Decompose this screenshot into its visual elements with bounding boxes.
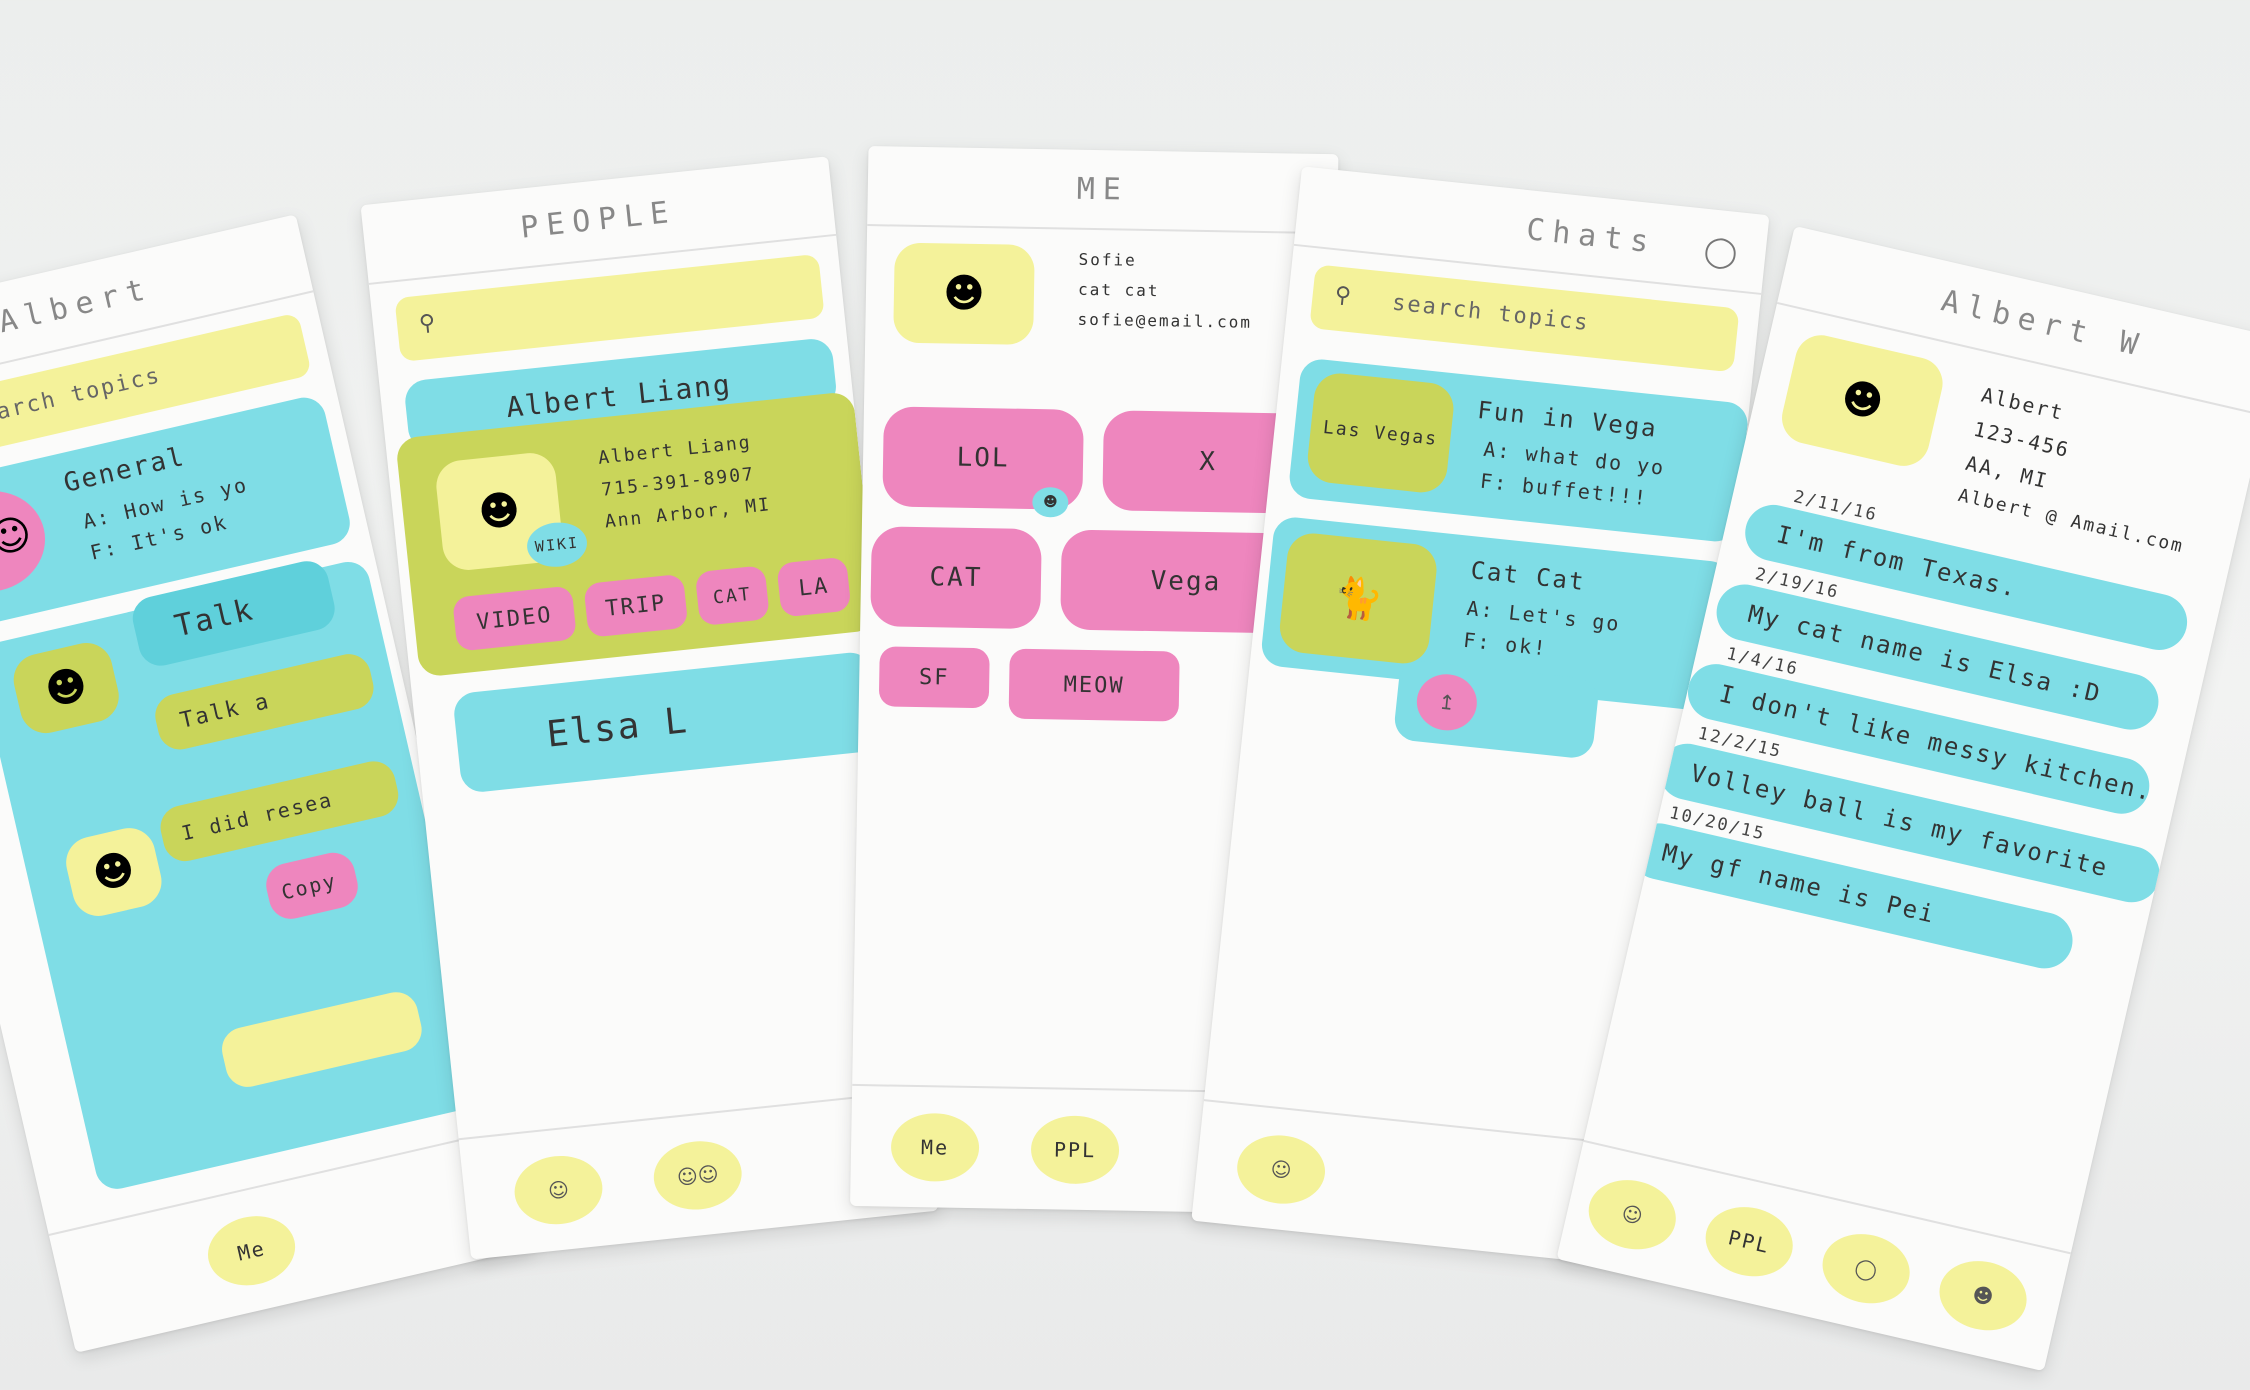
search-placeholder: search topics	[1390, 290, 1591, 337]
screen-title: PEOPLE	[518, 194, 678, 246]
interest-meow[interactable]: MEOW	[1008, 648, 1180, 722]
contact-card-expanded[interactable]: ☻ WIKI Albert Liang 715-391-8907 Ann Arb…	[395, 390, 878, 678]
chat-title: Fun in Vega	[1476, 395, 1660, 443]
search-icon: ⚲	[417, 310, 437, 337]
chat-icon: ◯	[1852, 1254, 1880, 1283]
profile-avatar: ☻	[1776, 330, 1948, 472]
person-icon: ☺	[1619, 1200, 1646, 1229]
search-icon: ⚲	[1333, 282, 1353, 309]
tag-trip[interactable]: TRIP	[583, 573, 689, 638]
interest-label: MEOW	[1063, 672, 1125, 699]
people-icon: ☺☺	[675, 1161, 720, 1190]
message-text: Talk a	[177, 688, 273, 734]
sticker-text: Las Vegas	[1322, 416, 1440, 450]
copy-label: Copy	[279, 868, 340, 905]
search-placeholder: search topics	[0, 363, 164, 433]
interest-sf[interactable]: SF	[878, 646, 990, 709]
profile-line-1: Sofie	[1078, 249, 1137, 270]
tag-label: VIDEO	[475, 602, 554, 635]
contact-name: Albert Liang	[597, 431, 753, 469]
nav-chat-button[interactable]: ◯	[1815, 1225, 1917, 1312]
profile-email: Albert @ Amail.com	[1956, 484, 2187, 558]
tag-label: TRIP	[604, 590, 668, 622]
nav-people-button[interactable]: PPL	[1698, 1198, 1800, 1285]
nav-me-button[interactable]: Me	[890, 1112, 980, 1183]
interest-label: SF	[918, 664, 950, 691]
contact-name: Elsa L	[544, 700, 691, 756]
tag-label: LA	[797, 573, 831, 602]
nav-people-button[interactable]: ☺☺	[650, 1137, 746, 1214]
wiki-label: WIKI	[534, 533, 580, 556]
message-bubble: Talk a	[150, 649, 378, 754]
group-avatar: ☺☺	[0, 480, 56, 603]
nav-me-label: Me	[920, 1135, 950, 1160]
contact-card-elsa[interactable]: Elsa L	[452, 650, 881, 794]
nav-person-button[interactable]: ☺	[1581, 1171, 1683, 1258]
message-text: I did resea	[179, 787, 336, 846]
profile-line-2: cat cat	[1077, 279, 1160, 301]
bottom-nav: ☺ PPL ◯ ☻	[1556, 1139, 2072, 1372]
nav-ppl-label: PPL	[1053, 1137, 1097, 1163]
tag-cat[interactable]: CAT	[694, 565, 770, 627]
user-avatar: ☻	[60, 822, 167, 922]
nav-people-button[interactable]: PPL	[1030, 1115, 1120, 1185]
nav-person-button[interactable]: ☺	[511, 1151, 606, 1229]
tag-video[interactable]: VIDEO	[452, 585, 578, 652]
reply-bubble	[217, 987, 427, 1092]
nav-ppl-label: PPL	[1725, 1225, 1773, 1259]
chat-bubble-icon[interactable]: ◯	[1702, 233, 1739, 271]
chat-item-vegas[interactable]: Las Vegas Fun in Vega A: what do yo F: b…	[1287, 357, 1750, 544]
copy-button[interactable]: Copy	[261, 848, 363, 924]
contact-phone: 715-391-8907	[600, 463, 756, 501]
interest-label: Vega	[1150, 566, 1222, 598]
profile-avatar[interactable]: ☻	[893, 242, 1035, 345]
user-avatar: ☻	[8, 637, 124, 739]
tag-la[interactable]: LA	[776, 556, 852, 618]
screen-title: Albert W	[1937, 283, 2149, 365]
chat-title: Cat Cat	[1469, 556, 1587, 597]
upload-button[interactable]: ↥	[1414, 671, 1480, 734]
profile-line-3: sofie@email.com	[1077, 309, 1253, 332]
me-icon: ☻	[1970, 1281, 1996, 1310]
nav-person-button[interactable]: ☺	[1233, 1131, 1329, 1208]
nav-me-button[interactable]: Me	[201, 1207, 303, 1294]
profile-name: Albert	[1979, 382, 2067, 425]
chat-avatar: Las Vegas	[1305, 370, 1457, 495]
upload-icon: ↥	[1437, 689, 1457, 716]
interest-badge: ☻	[1032, 486, 1069, 518]
interest-label: CAT	[929, 562, 983, 594]
screen-title: ME	[1076, 171, 1130, 208]
interest-cat[interactable]: CAT	[870, 526, 1042, 630]
fact-text: My gf name is Pei	[1659, 838, 1939, 929]
interest-label: LOL	[956, 442, 1010, 474]
tag-label: CAT	[712, 583, 753, 609]
contact-location: Ann Arbor, MI	[603, 494, 773, 533]
chat-avatar: 🐈	[1277, 530, 1440, 666]
profile-location: AA, MI	[1963, 450, 2051, 494]
nav-me-label: Me	[235, 1235, 268, 1266]
person-icon: ☺	[1269, 1156, 1293, 1183]
message-bubble: I did resea	[156, 756, 403, 866]
person-icon: ☺	[546, 1177, 571, 1204]
chat-line-f: F: ok!	[1462, 627, 1549, 661]
talk-label: Talk	[171, 592, 258, 645]
interest-label: X	[1198, 446, 1218, 478]
header: ME	[867, 146, 1339, 235]
nav-me-button[interactable]: ☻	[1932, 1252, 2034, 1339]
